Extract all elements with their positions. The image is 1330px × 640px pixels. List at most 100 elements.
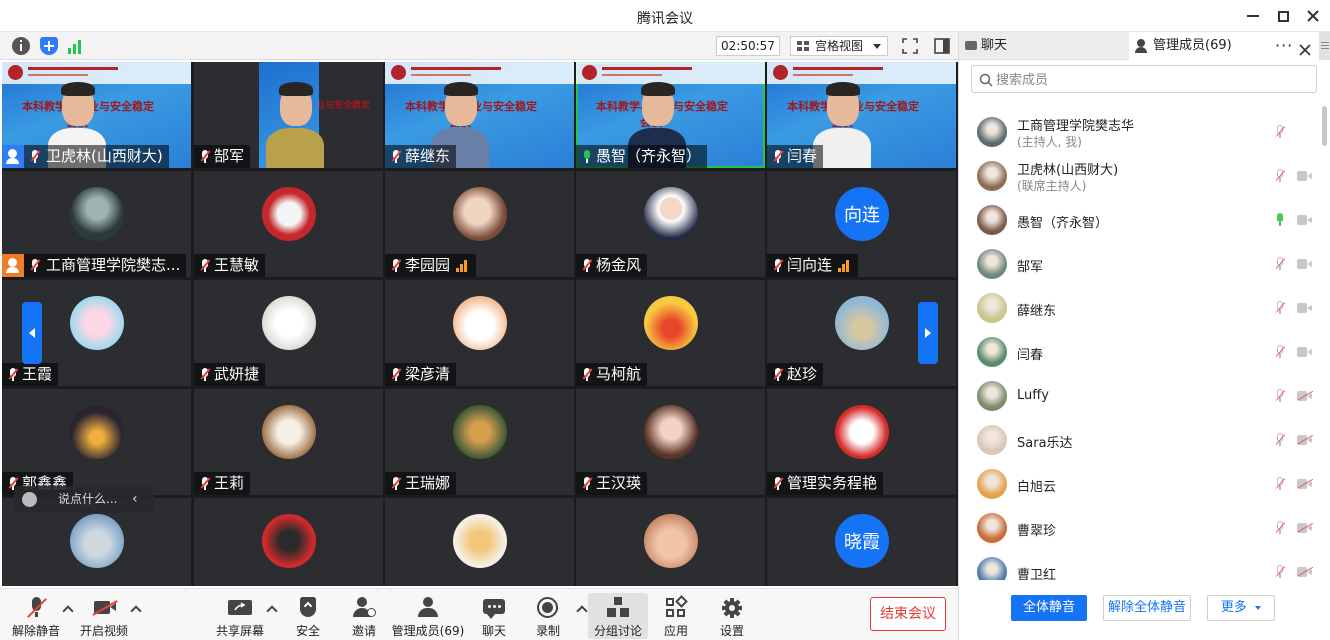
toggle-sidebar-button[interactable] [934,38,950,54]
participant-name-tag: 愚智（齐永智） [576,145,708,168]
participant-tile[interactable]: 武妍捷 [194,280,383,386]
participant-tile[interactable]: 王瑞娜 [385,389,574,495]
member-row[interactable]: 愚智（齐永智） [959,198,1321,242]
participant-tile[interactable]: 本科教学与就业与安全稳定会议闫春 [767,62,956,168]
mic-muted-icon[interactable] [1275,433,1286,447]
camera-off-icon[interactable] [1297,259,1313,269]
member-row[interactable]: 薛继东 [959,286,1321,330]
minimize-button[interactable] [1240,4,1266,28]
member-list-scrollbar[interactable] [1321,102,1329,580]
mic-on-icon[interactable] [1275,213,1285,227]
security-button[interactable]: 安全 [278,593,338,639]
share-screen-button[interactable]: 共享屏幕 [210,593,270,639]
participant-tile[interactable]: 马柯航 [576,280,765,386]
member-row[interactable]: 白旭云 [959,462,1321,506]
emoji-icon[interactable] [22,492,37,507]
mic-muted-icon [582,259,593,272]
mic-muted-icon [200,259,211,272]
start-video-button[interactable]: 开启视频 [74,593,134,639]
more-options-icon[interactable]: ··· [1275,32,1293,60]
mic-muted-icon[interactable] [1275,345,1286,359]
camera-off-icon[interactable] [1297,347,1313,357]
participant-tile[interactable] [194,498,383,586]
quick-chat-input[interactable]: 说点什么... ‹ [14,486,154,513]
info-icon[interactable] [12,37,30,55]
camera-off-icon[interactable] [1297,522,1314,533]
slide-banner [385,62,574,84]
member-row[interactable]: 工商管理学院樊志华 (主持人, 我) [959,110,1321,154]
participant-tile[interactable]: 向连 闫向连 [767,171,956,277]
panel-menu-icon[interactable] [1319,32,1330,60]
camera-off-icon[interactable] [1297,566,1314,577]
member-row[interactable]: 郜军 [959,242,1321,286]
camera-off-icon[interactable] [1297,171,1313,181]
unmute-all-button[interactable]: 解除全体静音 [1103,595,1191,621]
mic-muted-icon[interactable] [1275,257,1286,271]
fullscreen-button[interactable] [902,38,918,54]
unmute-button[interactable]: 解除静音 [6,593,66,639]
camera-off-icon[interactable] [1297,303,1313,313]
more-button[interactable]: 更多 [1207,595,1275,621]
settings-button[interactable]: 设置 [702,593,762,639]
tab-members[interactable]: 管理成员(69) ··· [1129,32,1319,60]
participant-tile[interactable] [576,498,765,586]
shield-icon[interactable] [40,37,58,55]
member-row[interactable]: 卫虎林(山西财大) (联席主持人) [959,154,1321,198]
mic-muted-icon[interactable] [1275,169,1286,183]
participant-tile[interactable]: 李园园 [385,171,574,277]
close-panel-button[interactable] [1299,39,1311,67]
breakout-button[interactable]: 分组讨论 [588,593,648,639]
camera-off-icon[interactable] [1297,215,1313,225]
member-row[interactable]: Luffy [959,374,1321,418]
participant-tile[interactable]: 王汉瑛 [576,389,765,495]
participant-tile[interactable]: 梁彦清 [385,280,574,386]
member-row[interactable]: 闫春 [959,330,1321,374]
participant-tile[interactable] [385,498,574,586]
view-mode-select[interactable]: 宫格视图 [790,36,888,56]
participant-tile[interactable]: 本科教学与就业与安全稳定会议卫虎林(山西财大) [2,62,191,168]
record-options-chevron-icon[interactable] [576,605,588,617]
member-search[interactable] [971,65,1317,93]
network-signal-icon[interactable] [68,38,84,54]
apps-button[interactable]: 应用 [646,593,706,639]
mic-muted-icon[interactable] [1275,389,1286,403]
search-input[interactable] [996,71,1296,89]
manage-members-button[interactable]: 管理成员(69) [390,593,466,639]
participant-tile[interactable]: 本科教学与就业与安全稳定会议愚智（齐永智） [576,62,765,168]
participant-tile[interactable]: 工商管理学院樊志... [2,171,191,277]
member-name: 曹翠珍 [1017,524,1057,539]
participant-tile[interactable]: 本科教学与就业与安全稳定会议郜军 [194,62,383,168]
member-row[interactable]: 曹卫红 [959,550,1321,580]
participant-tile[interactable]: 杨金风 [576,171,765,277]
record-button[interactable]: 录制 [518,593,578,639]
mute-all-button[interactable]: 全体静音 [1011,595,1087,621]
close-button[interactable] [1300,4,1326,28]
participant-tile[interactable]: 王慧敏 [194,171,383,277]
tab-chat[interactable]: 聊天 [959,32,1129,60]
chat-button[interactable]: 聊天 [464,593,524,639]
avatar [262,405,316,459]
member-row[interactable]: Sara乐达 [959,418,1321,462]
member-row[interactable]: 曹翠珍 [959,506,1321,550]
gear-icon [720,597,744,619]
participant-tile[interactable]: 郭鑫鑫 [2,389,191,495]
mic-muted-icon[interactable] [1275,565,1286,579]
mic-muted-icon[interactable] [1275,521,1286,535]
participant-tile[interactable]: 管理实务程艳 [767,389,956,495]
maximize-button[interactable] [1270,4,1296,28]
participant-tile[interactable]: 王莉 [194,389,383,495]
chevron-left-icon[interactable]: ‹ [132,486,138,513]
invite-button[interactable]: 邀请 [334,593,394,639]
camera-off-icon[interactable] [1297,390,1314,401]
end-meeting-button[interactable]: 结束会议 [870,597,946,631]
grid-next-page-button[interactable] [918,302,938,364]
participant-tile[interactable]: 本科教学与就业与安全稳定会议薛继东 [385,62,574,168]
mic-muted-icon[interactable] [1275,477,1286,491]
camera-off-icon[interactable] [1297,478,1314,489]
mic-muted-icon [391,259,402,272]
mic-muted-icon[interactable] [1275,125,1286,139]
grid-prev-page-button[interactable] [22,302,42,364]
participant-tile[interactable]: 晓霞 [767,498,956,586]
camera-off-icon[interactable] [1297,434,1314,445]
mic-muted-icon[interactable] [1275,301,1286,315]
